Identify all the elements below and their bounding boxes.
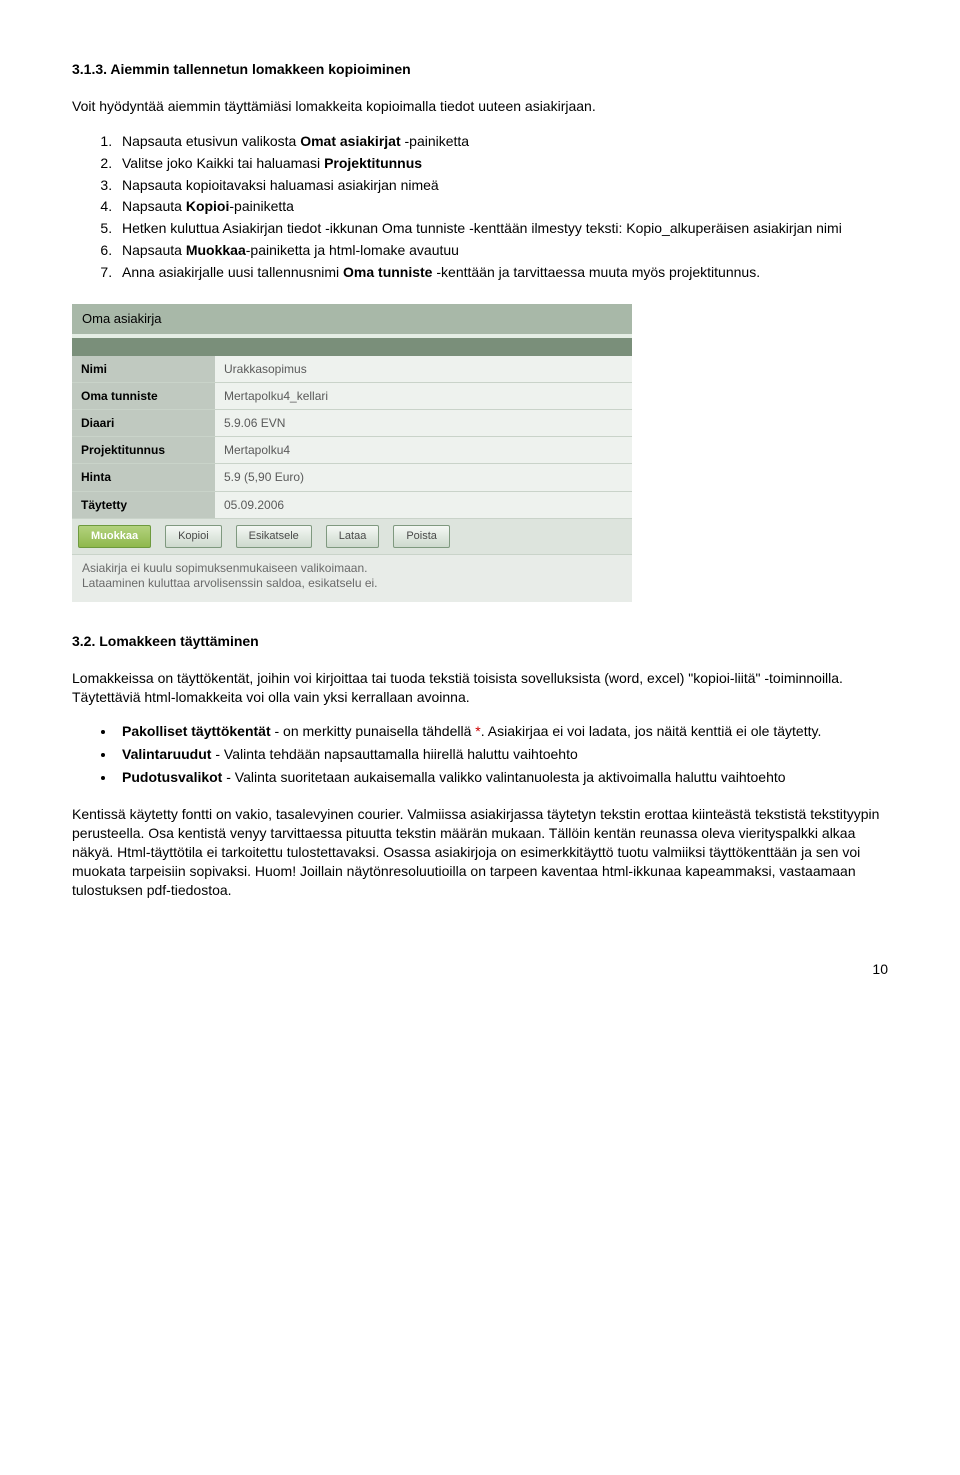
- step-bold-term: Omat asiakirjat: [300, 133, 400, 149]
- poista-button[interactable]: Poista: [393, 525, 450, 548]
- step-bold-term: Muokkaa: [186, 242, 246, 258]
- property-row: Oma tunnisteMertapolku4_kellari: [72, 382, 632, 409]
- property-value: Mertapolku4: [215, 437, 632, 464]
- step-item: Valitse joko Kaikki tai haluamasi Projek…: [116, 154, 888, 173]
- property-label: Diaari: [72, 409, 215, 436]
- panel-footnote: Asiakirja ei kuulu sopimuksenmukaiseen v…: [72, 555, 632, 602]
- section2-paragraph-2: Kentissä käytetty fontti on vakio, tasal…: [72, 805, 888, 899]
- step-item: Napsauta Muokkaa-painiketta ja html-loma…: [116, 241, 888, 260]
- section2-paragraph-1: Lomakkeissa on täyttökentät, joihin voi …: [72, 669, 888, 707]
- document-detail-panel: Oma asiakirja NimiUrakkasopimusOma tunni…: [72, 304, 632, 602]
- toolbar-strip: [72, 338, 632, 356]
- step-item: Hetken kuluttua Asiakirjan tiedot -ikkun…: [116, 219, 888, 238]
- field-type-name: Pakolliset täyttökentät: [122, 723, 271, 739]
- step-item: Napsauta Kopioi-painiketta: [116, 197, 888, 216]
- steps-ordered-list: Napsauta etusivun valikosta Omat asiakir…: [72, 132, 888, 282]
- field-type-item: Pudotusvalikot - Valinta suoritetaan auk…: [116, 768, 888, 787]
- step-bold-term: Oma tunniste: [343, 264, 432, 280]
- section-heading-32: 3.2. Lomakkeen täyttäminen: [72, 632, 888, 651]
- property-row: ProjektitunnusMertapolku4: [72, 437, 632, 464]
- property-row: Diaari5.9.06 EVN: [72, 409, 632, 436]
- property-row: Hinta5.9 (5,90 Euro): [72, 464, 632, 491]
- action-button-row: Muokkaa Kopioi Esikatsele Lataa Poista: [72, 519, 632, 555]
- lataa-button[interactable]: Lataa: [326, 525, 380, 548]
- field-type-item: Pakolliset täyttökentät - on merkitty pu…: [116, 722, 888, 741]
- property-value: Mertapolku4_kellari: [215, 382, 632, 409]
- step-item: Anna asiakirjalle uusi tallennusnimi Oma…: [116, 263, 888, 282]
- page-number: 10: [72, 960, 888, 979]
- step-item: Napsauta kopioitavaksi haluamasi asiakir…: [116, 176, 888, 195]
- property-label: Hinta: [72, 464, 215, 491]
- field-type-item: Valintaruudut - Valinta tehdään napsautt…: [116, 745, 888, 764]
- property-row: Täytetty05.09.2006: [72, 491, 632, 518]
- property-row: NimiUrakkasopimus: [72, 356, 632, 383]
- property-label: Oma tunniste: [72, 382, 215, 409]
- step-bold-term: Kopioi: [186, 198, 230, 214]
- footnote-line-1: Asiakirja ei kuulu sopimuksenmukaiseen v…: [82, 561, 622, 577]
- field-type-name: Pudotusvalikot: [122, 769, 222, 785]
- required-star: *: [475, 723, 480, 739]
- section-heading-313: 3.1.3. Aiemmin tallennetun lomakkeen kop…: [72, 60, 888, 79]
- step-item: Napsauta etusivun valikosta Omat asiakir…: [116, 132, 888, 151]
- step-bold-term: Projektitunnus: [324, 155, 422, 171]
- field-type-name: Valintaruudut: [122, 746, 211, 762]
- property-value: Urakkasopimus: [215, 356, 632, 383]
- property-value: 5.9 (5,90 Euro): [215, 464, 632, 491]
- document-properties-table: NimiUrakkasopimusOma tunnisteMertapolku4…: [72, 356, 632, 519]
- property-value: 05.09.2006: [215, 491, 632, 518]
- field-types-list: Pakolliset täyttökentät - on merkitty pu…: [72, 722, 888, 787]
- property-value: 5.9.06 EVN: [215, 409, 632, 436]
- muokkaa-button[interactable]: Muokkaa: [78, 525, 151, 548]
- intro-paragraph: Voit hyödyntää aiemmin täyttämiäsi lomak…: [72, 97, 888, 116]
- property-label: Nimi: [72, 356, 215, 383]
- footnote-line-2: Lataaminen kuluttaa arvolisenssin saldoa…: [82, 576, 622, 592]
- panel-title: Oma asiakirja: [72, 304, 632, 334]
- property-label: Täytetty: [72, 491, 215, 518]
- kopioi-button[interactable]: Kopioi: [165, 525, 222, 548]
- property-label: Projektitunnus: [72, 437, 215, 464]
- esikatsele-button[interactable]: Esikatsele: [236, 525, 312, 548]
